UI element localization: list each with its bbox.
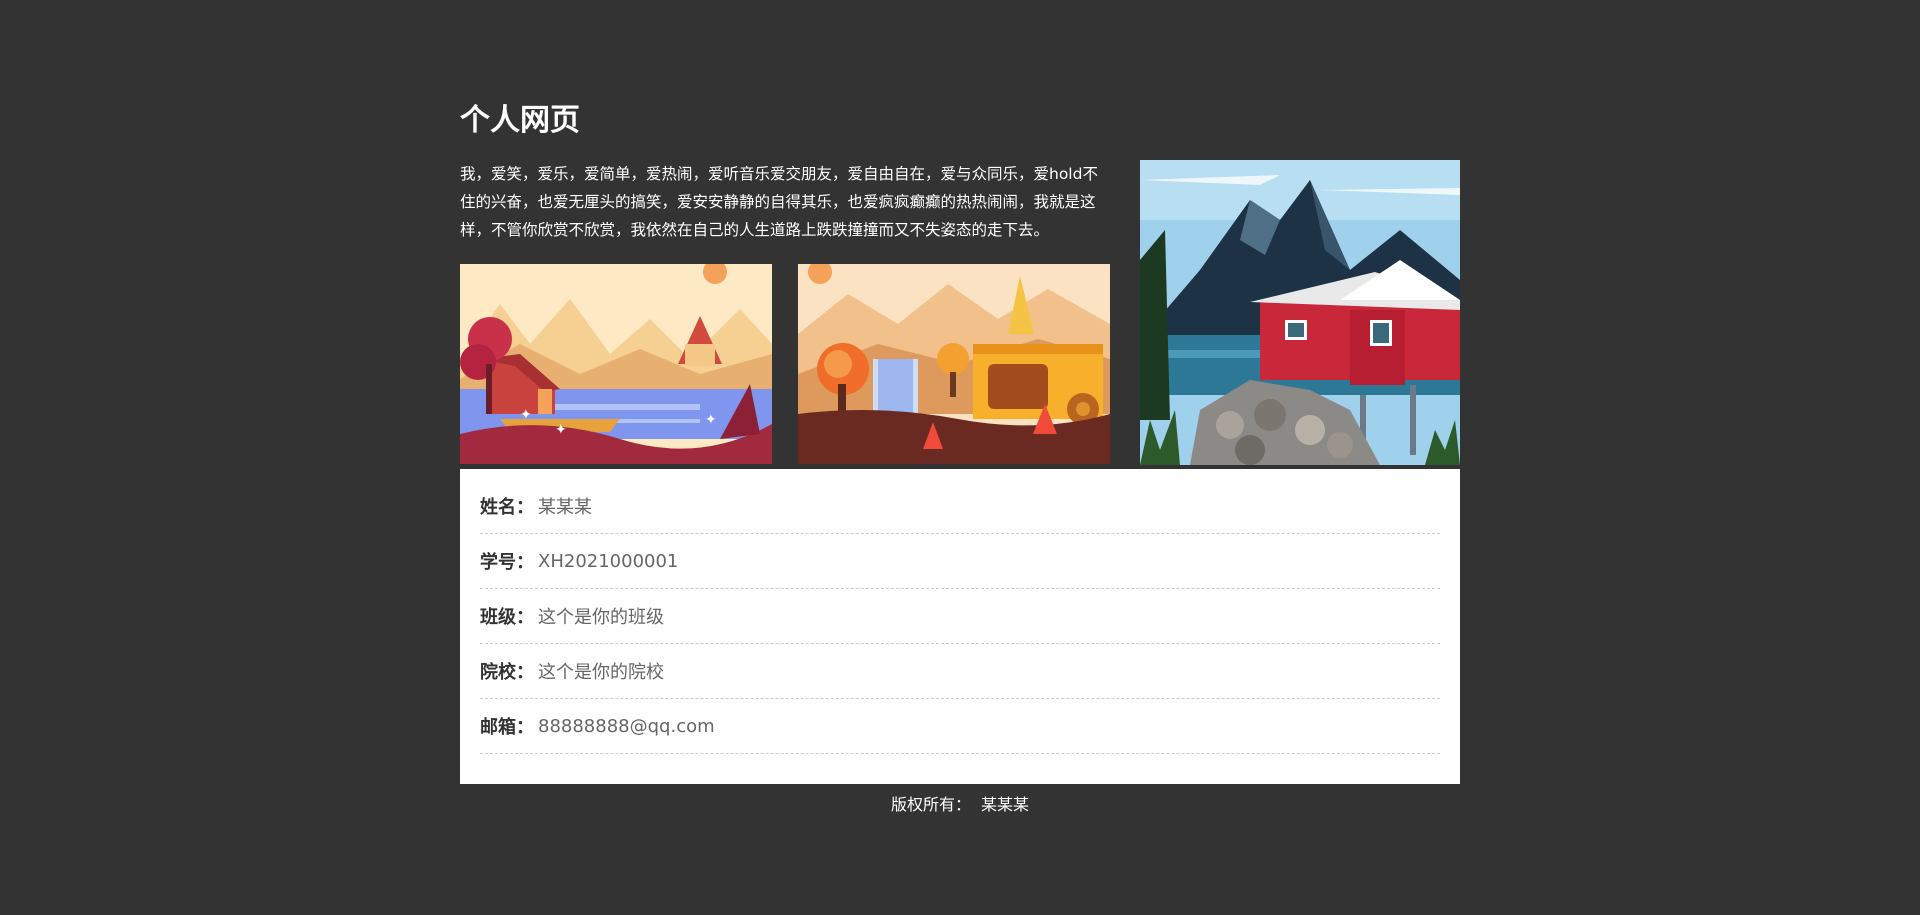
info-row-school: 院校： 这个是你的院校 — [480, 644, 1440, 699]
info-label: 院校： — [480, 662, 534, 683]
page-title: 个人网页 — [460, 103, 580, 138]
info-label: 学号： — [480, 552, 534, 573]
info-card: 姓名： 某某某 学号： XH2021000001 班级： 这个是你的班级 院校：… — [460, 469, 1460, 784]
footer-copyright: 版权所有： 某某某 — [460, 794, 1460, 816]
info-label: 邮箱： — [480, 717, 534, 738]
svg-text:✦: ✦ — [520, 407, 532, 423]
info-value: 88888888@qq.com — [538, 715, 715, 737]
info-row-name: 姓名： 某某某 — [480, 479, 1440, 534]
autumn-waterfall-image — [798, 264, 1110, 464]
info-label: 班级： — [480, 607, 534, 628]
info-value: XH2021000001 — [538, 550, 679, 572]
info-row-class: 班级： 这个是你的班级 — [480, 589, 1440, 644]
info-value: 这个是你的院校 — [538, 662, 664, 683]
info-value: 这个是你的班级 — [538, 607, 664, 628]
info-value: 某某某 — [538, 497, 592, 518]
info-label: 姓名： — [480, 497, 534, 518]
svg-text:✦: ✦ — [705, 412, 717, 428]
info-row-student-id: 学号： XH2021000001 — [480, 534, 1440, 589]
autumn-cabin-image: ✦ ✦ ✦ — [460, 264, 772, 464]
info-row-email: 邮箱： 88888888@qq.com — [480, 699, 1440, 754]
svg-text:✦: ✦ — [555, 422, 567, 438]
red-house-lake-image — [1140, 160, 1460, 465]
copyright-label: 版权所有： — [890, 795, 971, 814]
intro-text: 我，爱笑，爱乐，爱简单，爱热闹，爱听音乐爱交朋友，爱自由自在，爱与众同乐，爱ho… — [460, 165, 1098, 239]
copyright-owner: 某某某 — [981, 795, 1030, 814]
